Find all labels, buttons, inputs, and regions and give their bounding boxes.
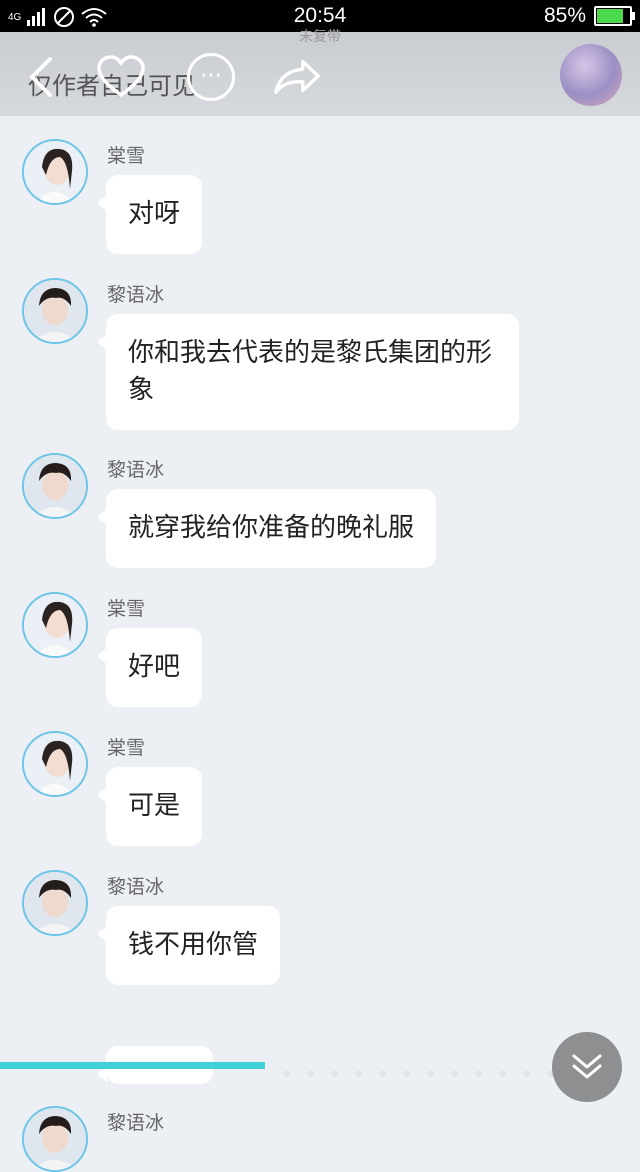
sender-name: 棠雪 [107,737,146,759]
battery-icon [594,6,635,26]
boy-avatar-icon [24,280,86,342]
top-bar: 未复带 仅作者自己可见 ⋯ [0,29,640,116]
scroll-to-bottom-button[interactable] [552,1032,622,1102]
message-bubble[interactable]: 钱不用你管 [96,906,281,985]
top-subtitle: 未复带 [299,29,341,45]
message-bubble[interactable]: 对呀 [96,175,203,254]
heart-icon [97,55,145,98]
more-button[interactable]: ⋯ [186,52,236,102]
avatar[interactable] [22,870,88,936]
boy-avatar-icon [24,455,86,517]
back-arrow-icon [30,57,52,97]
message-bubble[interactable]: 可是 [96,767,203,846]
battery-cap [632,12,635,20]
status-right: 85% [543,4,635,28]
more-icon: ⋯ [187,53,235,101]
share-icon [274,59,320,95]
share-button[interactable] [272,52,322,102]
progress-bar [0,1062,265,1069]
sender-name: 棠雪 [107,598,146,620]
boy-avatar-icon [24,1108,86,1170]
sender-name: 黎语冰 [107,876,165,898]
avatar[interactable] [22,453,88,519]
message-bubble[interactable]: 好吧 [96,628,203,707]
girl-avatar-icon [24,141,86,203]
dot-track [275,1068,565,1080]
avatar[interactable] [22,1106,88,1172]
boy-avatar-icon [24,872,86,934]
avatar[interactable] [22,139,88,205]
sender-name: 黎语冰 [107,284,165,306]
avatar[interactable] [22,592,88,658]
avatar[interactable] [22,278,88,344]
message-bubble[interactable]: 就穿我给你准备的晚礼服 [96,489,437,568]
avatar[interactable] [22,731,88,797]
message-bubble[interactable]: 你和我去代表的是黎氏集团的形象 [97,314,519,430]
back-button[interactable] [16,52,66,102]
girl-avatar-icon [24,594,86,656]
user-avatar[interactable] [560,44,622,106]
sender-name: 黎语冰 [107,1112,165,1134]
battery-fill [597,9,623,23]
like-button[interactable] [96,52,146,102]
sender-name: 黎语冰 [107,459,165,481]
sender-name: 棠雪 [107,145,146,167]
girl-avatar-icon [24,733,86,795]
double-chevron-down-icon [572,1054,602,1079]
battery-percent: 85% [543,4,586,27]
